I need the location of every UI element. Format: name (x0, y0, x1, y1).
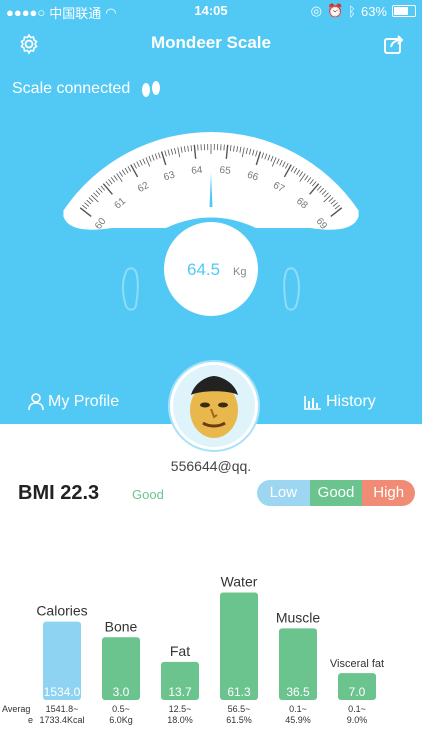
metric-value: 3.0 (113, 685, 130, 699)
metric-name: Calories (36, 603, 87, 619)
gauge-tick-label: 65 (219, 165, 232, 177)
bmi-value: BMI 22.3 (18, 482, 100, 504)
metric-value: 1534.0 (44, 685, 81, 699)
bmi-scale: Low Good High (257, 480, 415, 506)
left-foot-icon (122, 267, 139, 311)
metric-range-high: 18.0% (167, 715, 193, 725)
gauge-tick-label: 64 (191, 165, 204, 177)
metric-range-low: 12.5~ (169, 704, 192, 714)
right-foot-icon (283, 267, 300, 311)
metric-range-low: 0.1~ (348, 704, 366, 714)
metric-range-high: 6.0Kg (109, 715, 133, 725)
metric-bar-water (220, 592, 258, 700)
tab-history[interactable]: History (304, 393, 376, 411)
user-avatar-face (190, 376, 238, 438)
metric-range-high: 1733.4Kcal (39, 715, 84, 725)
share-icon[interactable] (382, 32, 406, 56)
weight-value: 64.5 (187, 260, 221, 279)
metric-value: 36.5 (286, 685, 310, 699)
tab-my-profile[interactable]: My Profile (28, 393, 119, 411)
metric-name: Muscle (276, 609, 321, 625)
metric-range-low: 0.5~ (112, 704, 130, 714)
body-metrics-chart: Calories 1534.0 1541.8~ 1733.4Kcal Bone 3.0 0.… (0, 540, 422, 750)
username: 556644@qq. (170, 458, 252, 474)
weight-unit: Kg (233, 266, 247, 278)
metric-range-high: 45.9% (285, 715, 311, 725)
weight-readout: 64.5 Kg (164, 222, 258, 316)
metric-range-low: 56.5~ (228, 704, 251, 714)
metric-range-high: 61.5% (226, 715, 252, 725)
metric-value: 61.3 (227, 685, 251, 699)
bmi-scale-high: High (362, 480, 415, 506)
bmi-scale-low: Low (257, 480, 310, 506)
battery-icon (392, 5, 416, 17)
metric-value: 13.7 (168, 685, 192, 699)
metric-range-low: 0.1~ (289, 704, 307, 714)
average-label: Averag (2, 704, 30, 714)
app-title: Mondeer Scale (151, 33, 271, 52)
tab-my-profile-label: My Profile (48, 393, 120, 410)
metric-name: Water (221, 573, 258, 589)
bmi-scale-good: Good (309, 480, 363, 506)
average-label-wrap: e (28, 715, 33, 725)
battery-percent: 63% (360, 3, 387, 19)
avatar[interactable] (170, 362, 258, 450)
metric-range-low: 1541.8~ (46, 704, 79, 714)
nav-bar: Mondeer Scale (0, 28, 422, 60)
lock-rotation-icon: ◎ (310, 3, 322, 18)
metric-name: Fat (170, 643, 190, 659)
metric-range-high: 9.0% (347, 715, 368, 725)
tab-history-label: History (326, 393, 376, 410)
metric-value: 7.0 (349, 685, 366, 699)
metric-name: Bone (105, 618, 138, 634)
metric-name: Visceral fat (330, 658, 384, 670)
status-bar: ●●●●○ 中国联通 ◠ 14:05 ◎ ⏰ ᛒ 63% (0, 0, 422, 22)
bmi-status: Good (132, 487, 164, 502)
person-icon (28, 393, 44, 411)
bar-chart-icon (304, 396, 321, 410)
bluetooth-icon: ᛒ (348, 3, 356, 19)
metrics-bars: Calories 1534.0 1541.8~1733.4Kcal Bone 3.0 0.… (2, 573, 384, 725)
alarm-icon: ⏰ (326, 3, 344, 18)
